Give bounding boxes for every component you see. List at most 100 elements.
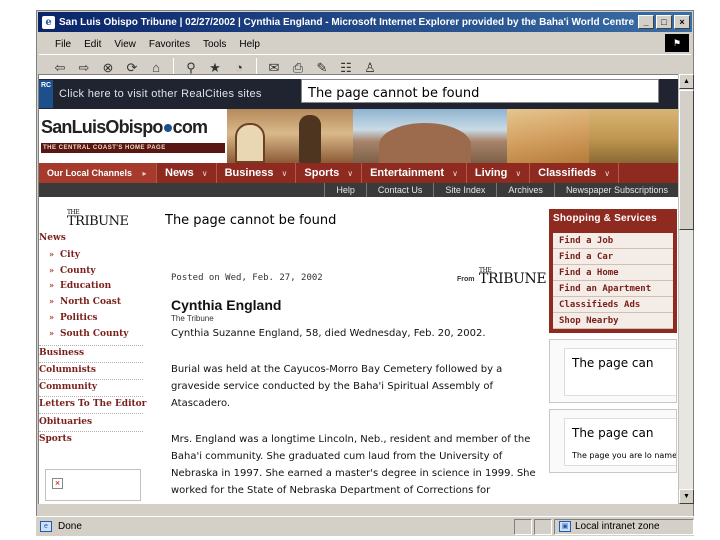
- morro-rock-photo: [353, 109, 507, 167]
- menu-edit[interactable]: Edit: [84, 39, 101, 50]
- shopping-services-box: Shopping & Services Find a Job Find a Ca…: [549, 209, 677, 333]
- article-title: Cynthia England: [171, 297, 282, 313]
- shop-link-find-home[interactable]: Find a Home: [553, 265, 673, 281]
- shopping-title: Shopping & Services: [553, 213, 657, 224]
- nav-living[interactable]: Living ∨: [467, 163, 531, 183]
- site-logo[interactable]: SanLuisObispo com THE CENTRAL COAST'S HOM…: [39, 109, 227, 163]
- sidebar-divider: [39, 379, 143, 380]
- sidebar-sub-north-coast[interactable]: » North Coast: [49, 296, 121, 307]
- shop-link-shop-nearby[interactable]: Shop Nearby: [553, 313, 673, 329]
- menu-tools[interactable]: Tools: [203, 39, 226, 50]
- left-sidebar: THE TRIBUNE News » City » County » Education…: [39, 197, 157, 504]
- article-paragraph: Cynthia Suzanne England, 58, died Wednes…: [171, 328, 486, 339]
- utility-nav: Help Contact Us Site Index Archives News…: [39, 183, 678, 197]
- title-bar[interactable]: e San Luis Obispo Tribune | 02/27/2002 |…: [38, 12, 692, 32]
- article-paragraph: Burial was held at the Cayucos-Morro Bay…: [171, 364, 503, 409]
- vertical-scrollbar[interactable]: ▲ ▼: [678, 74, 694, 504]
- sidebar-divider: [39, 396, 143, 397]
- shop-link-classifieds[interactable]: Classifieds Ads: [553, 297, 673, 313]
- shopping-list: Find a Job Find a Car Find a Home Find a…: [553, 233, 673, 329]
- scroll-down-icon[interactable]: ▼: [679, 489, 694, 504]
- shop-link-find-job[interactable]: Find a Job: [553, 233, 673, 249]
- shop-link-find-apartment[interactable]: Find an Apartment: [553, 281, 673, 297]
- sidebar-divider: [39, 413, 143, 414]
- dunes-photo: [507, 109, 589, 163]
- main-nav: Our Local Channels ▸ News ∨ Business ∨ Spo…: [39, 163, 678, 183]
- frame-error-heading: The page cannot be found: [165, 213, 337, 228]
- intranet-zone-icon: ▣: [559, 521, 571, 532]
- sidebar-business[interactable]: Business: [39, 348, 84, 358]
- page-done-icon: e: [40, 521, 52, 532]
- sidebar-divider: [39, 345, 143, 346]
- scroll-up-icon[interactable]: ▲: [679, 74, 694, 89]
- sidebar-divider: [39, 431, 143, 432]
- right-sidebar: Shopping & Services Find a Job Find a Ca…: [549, 197, 678, 504]
- page-viewport: RC Click here to visit other RealCities …: [38, 74, 678, 504]
- close-button[interactable]: ×: [674, 15, 690, 29]
- sidebar-news[interactable]: News: [39, 233, 66, 243]
- status-text: Done: [58, 521, 82, 532]
- nav-news[interactable]: News ∨: [157, 163, 217, 183]
- broken-image-placeholder: ×: [45, 469, 141, 501]
- ad-frame-error-detail: The page you are lo name changed, or i: [572, 451, 677, 460]
- status-pane: [514, 518, 532, 535]
- menu-favorites[interactable]: Favorites: [149, 39, 190, 50]
- from-label: From: [457, 276, 475, 283]
- window-controls: _ □ ×: [638, 15, 690, 29]
- tribune-logo: THE TRIBUNE: [67, 209, 129, 229]
- security-zone: ▣ Local intranet zone: [554, 518, 694, 535]
- masthead: SanLuisObispo com THE CENTRAL COAST'S HOM…: [39, 109, 678, 167]
- status-bar: e Done ▣ Local intranet zone: [36, 516, 694, 536]
- article-byline: The Tribune: [171, 314, 214, 323]
- maximize-button[interactable]: □: [656, 15, 672, 29]
- ad-frame-error: The page can The page you are lo name ch…: [564, 418, 677, 466]
- nav-local-channels[interactable]: Our Local Channels ▸: [39, 163, 157, 183]
- realcities-logo: RC: [39, 80, 53, 108]
- subnav-subscriptions[interactable]: Newspaper Subscriptions: [553, 183, 678, 197]
- minimize-button[interactable]: _: [638, 15, 654, 29]
- scroll-thumb[interactable]: [679, 90, 694, 230]
- broken-image-icon: ×: [52, 478, 63, 489]
- nav-classifieds[interactable]: Classifieds ∨: [530, 163, 620, 183]
- status-pane: [534, 518, 552, 535]
- subnav-help[interactable]: Help: [324, 183, 366, 197]
- sidebar-obituaries[interactable]: Obituaries: [39, 417, 92, 427]
- sidebar-sub-city[interactable]: » City: [49, 249, 80, 260]
- sidebar-letters[interactable]: Letters To The Editor: [39, 399, 146, 409]
- nav-sports[interactable]: Sports ∨: [296, 163, 363, 183]
- article-column: The page cannot be found Posted on Wed, …: [157, 197, 549, 504]
- menu-bar: File Edit View Favorites Tools Help: [41, 35, 260, 53]
- sidebar-divider: [39, 362, 143, 363]
- ad-frame-2: The page can The page you are lo name ch…: [549, 409, 677, 473]
- sidebar-sub-education[interactable]: » Education: [49, 280, 111, 291]
- sidebar-sub-south-county[interactable]: » South County: [49, 328, 129, 339]
- window-title: San Luis Obispo Tribune | 02/27/2002 | C…: [59, 16, 635, 28]
- ie-logo-icon: e: [42, 15, 55, 29]
- article-paragraph: Mrs. England was a longtime Lincoln, Neb…: [171, 434, 536, 496]
- subnav-contact-us[interactable]: Contact Us: [365, 183, 434, 197]
- source-logo: THE TRIBUNE: [479, 267, 547, 287]
- sidebar-sub-politics[interactable]: » Politics: [49, 312, 98, 323]
- nav-entertainment[interactable]: Entertainment ∨: [362, 163, 467, 183]
- zone-text: Local intranet zone: [575, 521, 660, 532]
- site-brand: SanLuisObispo com: [41, 117, 208, 137]
- subnav-site-index[interactable]: Site Index: [433, 183, 496, 197]
- realcities-link[interactable]: Click here to visit other RealCities sit…: [59, 88, 309, 100]
- menu-file[interactable]: File: [55, 39, 71, 50]
- grassland-photo: [589, 109, 678, 163]
- windows-logo-icon: ⚑: [665, 34, 689, 52]
- menu-view[interactable]: View: [114, 39, 136, 50]
- sidebar-community[interactable]: Community: [39, 382, 97, 392]
- shop-link-find-car[interactable]: Find a Car: [553, 249, 673, 265]
- menu-help[interactable]: Help: [239, 39, 260, 50]
- ad-frame-1: The page can: [549, 339, 677, 403]
- sidebar-sports[interactable]: Sports: [39, 434, 72, 444]
- status-left: e Done: [36, 521, 514, 532]
- nav-business[interactable]: Business ∨: [217, 163, 297, 183]
- subnav-archives[interactable]: Archives: [496, 183, 554, 197]
- sidebar-sub-county[interactable]: » County: [49, 265, 96, 276]
- site-tagline: THE CENTRAL COAST'S HOME PAGE: [41, 143, 225, 153]
- sidebar-columnists[interactable]: Columnists: [39, 365, 96, 375]
- article-dateline: Posted on Wed, Feb. 27, 2002: [171, 273, 323, 283]
- banner-frame-error: The page cannot be found: [301, 79, 659, 103]
